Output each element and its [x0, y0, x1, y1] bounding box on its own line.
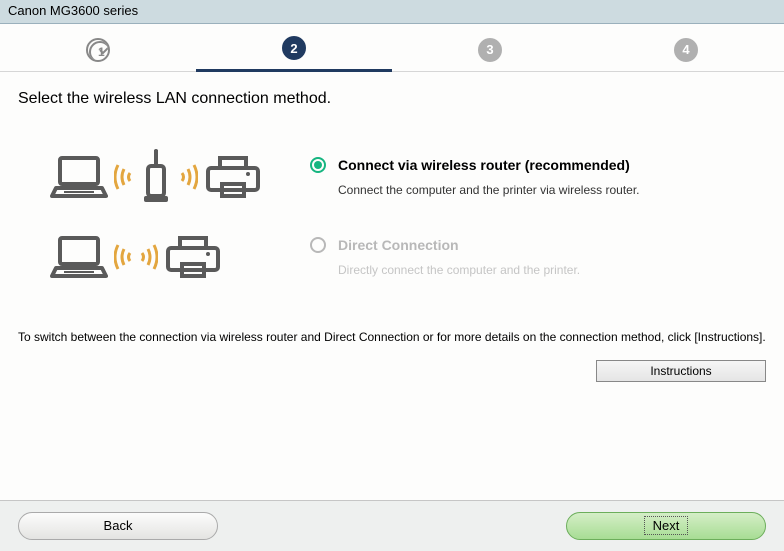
laptop-icon	[50, 234, 108, 280]
main-content: 1 2 3 4 Select the wireless LAN connecti…	[0, 24, 784, 500]
radio-direct-connection	[310, 237, 326, 253]
signal-icon	[114, 157, 134, 197]
page-heading: Select the wireless LAN connection metho…	[0, 72, 784, 118]
laptop-icon	[50, 154, 108, 200]
window-titlebar: Canon MG3600 series	[0, 0, 784, 24]
step-4: 4	[588, 38, 784, 62]
step-1: 1	[0, 38, 196, 62]
window-title: Canon MG3600 series	[8, 3, 138, 18]
printer-icon	[204, 154, 262, 200]
option-direct-connection: Direct Connection Directly connect the c…	[50, 234, 754, 280]
option1-title: Connect via wireless router (recommended…	[338, 157, 630, 173]
next-button-label: Next	[644, 516, 689, 535]
step-3-label: 3	[486, 42, 493, 57]
option2-graphic	[50, 234, 300, 280]
router-icon	[140, 148, 172, 206]
step-3: 3	[392, 38, 588, 62]
hint-text: To switch between the connection via wir…	[0, 328, 784, 346]
options-area: Connect via wireless router (recommended…	[0, 118, 784, 318]
back-button[interactable]: Back	[18, 512, 218, 540]
step-1-done-icon: 1	[86, 38, 110, 62]
step-2-label: 2	[290, 41, 297, 56]
option2-desc: Directly connect the computer and the pr…	[338, 263, 754, 277]
footer-nav: Back Next	[0, 500, 784, 550]
option1-desc: Connect the computer and the printer via…	[338, 183, 754, 197]
printer-icon	[164, 234, 222, 280]
step-2: 2	[196, 36, 392, 72]
radio-wireless-router[interactable]	[310, 157, 326, 173]
option2-title: Direct Connection	[338, 237, 459, 253]
signal-icon	[114, 237, 158, 277]
next-button[interactable]: Next	[566, 512, 766, 540]
instructions-button[interactable]: Instructions	[596, 360, 766, 382]
step-4-label: 4	[682, 42, 689, 57]
option-wireless-router[interactable]: Connect via wireless router (recommended…	[50, 148, 754, 206]
step-indicator: 1 2 3 4	[0, 24, 784, 72]
signal-icon	[178, 157, 198, 197]
option1-graphic	[50, 148, 300, 206]
